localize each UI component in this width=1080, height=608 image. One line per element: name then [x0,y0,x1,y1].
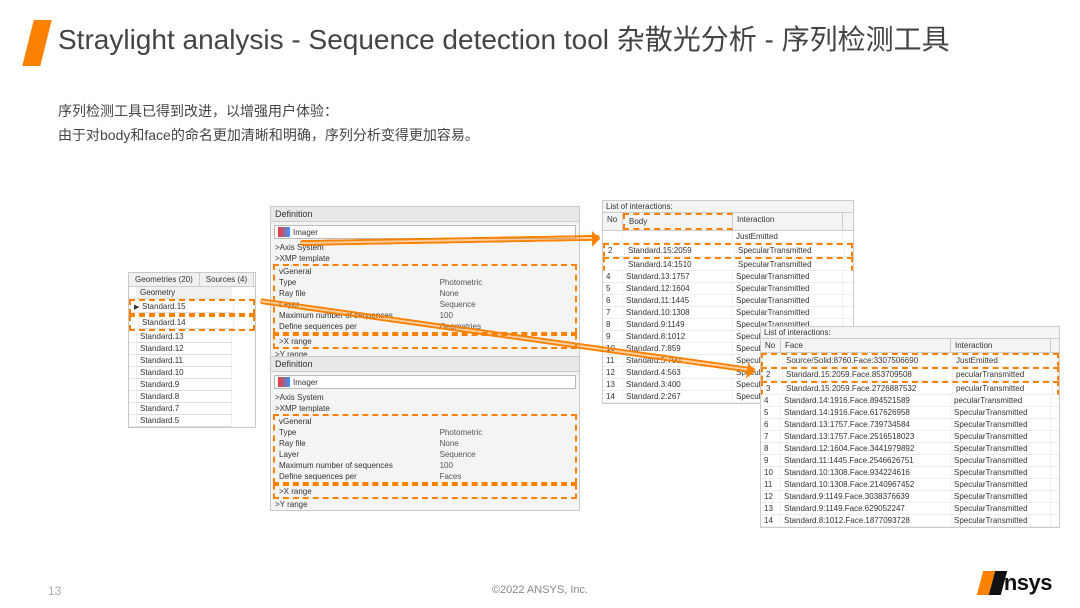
table-row[interactable]: Standard.9 [129,379,255,391]
imager-name: Imager [293,228,318,237]
geometry-cell: Standard.10 [137,367,232,379]
table-row[interactable]: 3Standard.15:2059.Face.2726887532pecular… [761,381,1059,395]
panel-title: Definition [271,357,579,372]
table-row[interactable]: 8Standard.12:1604.Face.3441979892Specula… [761,443,1059,455]
list-title: List of interactions: [603,201,853,213]
table-row[interactable]: Source/Solid:8760.Face:3307506690JustEmi… [761,353,1059,367]
table-row[interactable]: 7Standard.10:1308SpecularTransmitted [603,307,853,319]
table-header: No Body Interaction [603,213,853,231]
geometry-cell: Standard.7 [137,403,232,415]
geometry-cell: Standard.5 [137,415,232,427]
desc-line-2: 由于对body和face的命名更加清晰和明确，序列分析变得更加容易。 [58,124,479,148]
table-row[interactable]: Standard.7 [129,403,255,415]
imager-icon [278,377,290,387]
table-row[interactable]: 7Standard.13:1757.Face.2516518023Specula… [761,431,1059,443]
list-title: List of interactions: [761,327,1059,339]
definition-panel-b: Definition Imager > Axis System > XMP te… [270,356,580,511]
geometry-cell: Standard.11 [137,355,232,367]
geometry-cell: Standard.9 [137,379,232,391]
table-row[interactable]: 12Standard.9:1149.Face.3038376639Specula… [761,491,1059,503]
tab-sources[interactable]: Sources (4) [200,273,254,286]
table-row[interactable]: 13Standard.9:1149.Face.629052247Specular… [761,503,1059,515]
table-row[interactable]: Standard.12 [129,343,255,355]
geometry-cell: Standard.8 [137,391,232,403]
desc-line-1: 序列检测工具已得到改进，以增强用户体验： [58,100,479,124]
table-header: Geometry [129,287,255,299]
table-row[interactable]: 5Standard.14:1916.Face.617626958Specular… [761,407,1059,419]
table-row[interactable]: Standard.14 [129,315,255,331]
face-interactions-panel: List of interactions: No Face Interactio… [760,326,1060,528]
table-row[interactable]: 6Standard.13:1757.Face.739734584Specular… [761,419,1059,431]
imager-icon [278,227,290,237]
imager-field[interactable]: Imager [274,375,576,389]
tab-geometries[interactable]: Geometries (20) [129,273,200,286]
group-axis[interactable]: > Axis System [271,392,579,403]
table-row[interactable]: JustEmitted [603,231,853,243]
table-row[interactable]: 11Standard.10:1308.Face.2140967452Specul… [761,479,1059,491]
table-row[interactable]: Standard.5 [129,415,255,427]
table-row[interactable]: 10Standard.10:1308.Face.934224616Specula… [761,467,1059,479]
geometry-cell: Standard.13 [137,331,232,343]
table-row[interactable]: Standard.11 [129,355,255,367]
body-header-highlight: Body [623,213,733,230]
geometry-cell: Standard.12 [137,343,232,355]
screenshot-area: Geometries (20) Sources (4) Geometry Sta… [0,160,1080,540]
yrange-row[interactable]: > Y range [271,499,579,510]
logo-text: nsys [1004,570,1052,596]
page-title: Straylight analysis - Sequence detection… [58,22,998,57]
column-header: Geometry [137,287,232,299]
imager-name: Imager [293,378,318,387]
geometries-panel: Geometries (20) Sources (4) Geometry Sta… [128,272,256,428]
table-row[interactable]: 6Standard.11:1445SpecularTransmitted [603,295,853,307]
table-row[interactable]: Standard.10 [129,367,255,379]
footer-copyright: ©2022 ANSYS, Inc. [0,584,1080,596]
group-xmp[interactable]: > XMP template [271,253,579,264]
general-group-highlight: v General TypePhotometric Ray fileNone L… [273,414,577,484]
tab-row: Geometries (20) Sources (4) [129,273,255,287]
table-row[interactable]: 4Standard.14:1916.Face.894521589pecularT… [761,395,1059,407]
geometry-cell: Standard.14 [139,317,234,329]
table-row[interactable]: Standard.15 [129,299,255,315]
accent-bar [22,20,51,66]
table-row[interactable]: Standard.8 [129,391,255,403]
ansys-logo: nsys [980,570,1052,596]
description: 序列检测工具已得到改进，以增强用户体验： 由于对body和face的命名更加清晰… [58,100,479,148]
group-general[interactable]: v General [275,416,575,427]
group-general[interactable]: v General [275,266,575,277]
table-row[interactable]: 14Standard.8:1012.Face.1877093728Specula… [761,515,1059,527]
table-header: No Face Interaction [761,339,1059,353]
table-row[interactable]: 9Standard.11:1445.Face.2546626751Specula… [761,455,1059,467]
xrange-row[interactable]: > X range [273,484,577,499]
geometry-cell: Standard.15 [139,301,234,313]
table-row[interactable]: 2Standard.15:2059SpecularTransmitted [603,243,853,257]
table-row[interactable]: 4Standard.13:1757SpecularTransmitted [603,271,853,283]
table-row[interactable]: 5Standard.12:1604SpecularTransmitted [603,283,853,295]
table-row[interactable]: Standard.14:1510SpecularTransmitted [603,257,853,271]
table-row[interactable]: Standard.13 [129,331,255,343]
group-xmp[interactable]: > XMP template [271,403,579,414]
table-row[interactable]: 2Standard.15:2059.Face.853709508pecularT… [761,367,1059,381]
panel-title: Definition [271,207,579,222]
